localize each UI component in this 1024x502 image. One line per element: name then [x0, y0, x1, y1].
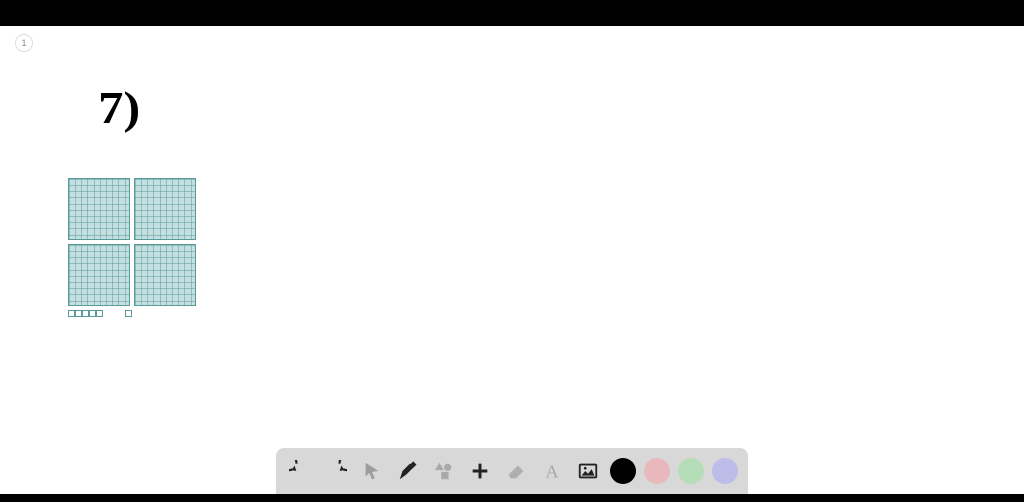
shapes-icon	[433, 460, 455, 482]
add-button[interactable]	[466, 457, 494, 485]
hundred-block	[68, 178, 130, 240]
one-block	[89, 310, 96, 317]
one-block	[68, 310, 75, 317]
hundred-block	[134, 244, 196, 306]
page-number-label: 1	[21, 38, 26, 48]
eraser-button[interactable]	[502, 457, 530, 485]
one-block	[82, 310, 89, 317]
hundred-block	[68, 244, 130, 306]
toolbar: A	[276, 448, 748, 494]
shapes-button[interactable]	[430, 457, 458, 485]
one-block	[75, 310, 82, 317]
pen-button[interactable]	[394, 457, 422, 485]
eraser-icon	[505, 460, 527, 482]
one-block	[96, 310, 103, 317]
pointer-button[interactable]	[358, 457, 386, 485]
pointer-icon	[361, 460, 383, 482]
handwritten-problem-number: 7)	[98, 81, 140, 134]
ones-row	[68, 310, 196, 317]
hundreds-row	[68, 178, 196, 240]
redo-button[interactable]	[322, 457, 350, 485]
pen-icon	[397, 460, 419, 482]
image-button[interactable]	[574, 457, 602, 485]
undo-button[interactable]	[286, 457, 314, 485]
hundreds-row	[68, 244, 196, 306]
text-icon: A	[541, 460, 563, 482]
ones-group	[68, 310, 103, 317]
undo-icon	[289, 460, 311, 482]
letterbox-top	[0, 0, 1024, 26]
letterbox-bottom	[0, 494, 1024, 502]
color-black[interactable]	[610, 458, 636, 484]
text-button[interactable]: A	[538, 457, 566, 485]
color-purple[interactable]	[712, 458, 738, 484]
redo-icon	[325, 460, 347, 482]
base-ten-blocks	[68, 178, 196, 317]
color-green[interactable]	[678, 458, 704, 484]
image-icon	[577, 460, 599, 482]
svg-text:A: A	[545, 461, 559, 481]
one-block	[125, 310, 132, 317]
color-pink[interactable]	[644, 458, 670, 484]
canvas-area[interactable]: 1 7)	[0, 26, 1024, 494]
page-number-badge[interactable]: 1	[15, 34, 33, 52]
plus-icon	[469, 460, 491, 482]
hundred-block	[134, 178, 196, 240]
